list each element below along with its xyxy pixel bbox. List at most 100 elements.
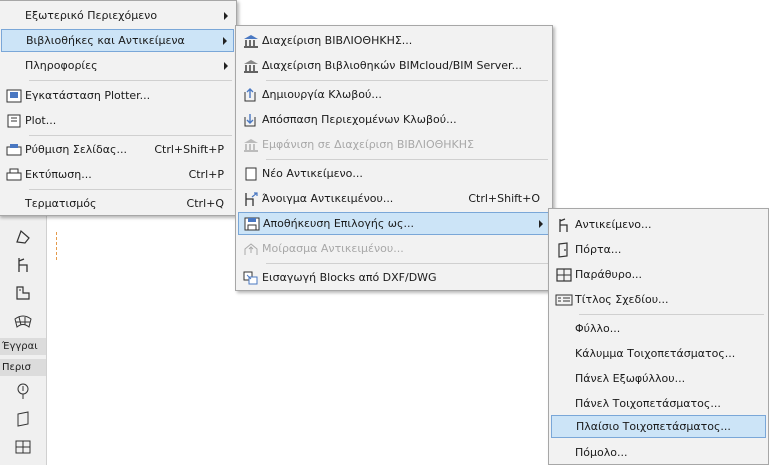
menu-item-label: Κάλυμμα Τοιχοπετάσματος... [575, 347, 736, 360]
menu-item-label: Εισαγωγή Blocks από DXF/DWG [262, 271, 437, 284]
menu-item-label: Εμφάνιση σε Διαχείριση ΒΙΒΛΙΟΘΗΚΗΣ [262, 138, 474, 151]
menu-item-save-selection-as[interactable]: Αποθήκευση Επιλογής ως... [238, 212, 550, 235]
menu-item-page-setup[interactable]: Ρύθμιση Σελίδας... Ctrl+Shift+P [1, 138, 234, 161]
menu-item-label: Δημιουργία Κλωβού... [262, 88, 382, 101]
menu-item-plot[interactable]: Plot... [1, 109, 234, 132]
drawing-title-icon [553, 290, 575, 310]
show-in-library-icon [240, 135, 262, 155]
menu-item-label: Πόρτα... [575, 243, 622, 256]
menu-item-save-as-object[interactable]: Αντικείμενο... [551, 213, 766, 236]
worksheet-tool-icon[interactable] [10, 436, 36, 458]
menu-item-bimcloud-library-manager[interactable]: Διαχείριση Βιβλιοθηκών BIMcloud/BIM Serv… [238, 54, 550, 77]
menu-separator [266, 80, 548, 81]
menu-item-plotter-setup[interactable]: Εγκατάσταση Plotter... [1, 84, 234, 107]
menu-item-label: Διαχείριση ΒΙΒΛΙΟΘΗΚΗΣ... [262, 34, 413, 47]
zone-tool-icon[interactable] [10, 282, 36, 304]
menu-item-label: Πάνελ Εξωφύλλου... [575, 372, 686, 385]
menu-item-save-as-window[interactable]: Παράθυρο... [551, 263, 766, 286]
open-object-icon [240, 189, 262, 209]
menu-item-label: Πλαίσιο Τοιχοπετάσματος... [576, 420, 731, 433]
main-menu: Εξωτερικό Περιεχόμενο Βιβλιοθήκες και Αν… [0, 0, 237, 216]
printer-icon [3, 165, 25, 185]
import-blocks-icon [240, 268, 262, 288]
menu-item-label: Πόμολο... [575, 446, 628, 459]
bimcloud-library-icon [240, 56, 262, 76]
menu-item-label: Πάνελ Τοιχοπετάσματος... [575, 397, 721, 410]
extract-container-icon [240, 110, 262, 130]
menu-item-create-container[interactable]: Δημιουργία Κλωβού... [238, 83, 550, 106]
new-object-icon [240, 164, 262, 184]
menu-item-label: Απόσπαση Περιεχομένων Κλωβού... [262, 113, 457, 126]
menu-item-show-in-library-manager[interactable]: Εμφάνιση σε Διαχείριση ΒΙΒΛΙΟΘΗΚΗΣ [238, 133, 550, 156]
menu-item-label: Άνοιγμα Αντικειμένου... [262, 192, 394, 205]
libraries-submenu: Διαχείριση ΒΙΒΛΙΟΘΗΚΗΣ... Διαχείριση Βιβ… [235, 25, 553, 291]
plot-icon [3, 111, 25, 131]
toolbox-group-label-document[interactable]: Έγγραι [0, 338, 46, 355]
menu-separator [266, 263, 548, 264]
menu-separator [266, 159, 548, 160]
submenu-arrow-icon [539, 219, 543, 228]
menu-item-save-as-curtain-wall-panel[interactable]: Πάνελ Τοιχοπετάσματος... [551, 392, 766, 415]
menu-item-label: Εξωτερικό Περιεχόμενο [25, 9, 158, 22]
menu-separator [29, 135, 232, 136]
section-marker-tool-icon[interactable] [10, 380, 36, 402]
submenu-arrow-icon [223, 36, 227, 45]
menu-item-shortcut: Ctrl+P [188, 168, 224, 181]
menu-item-exit[interactable]: Τερματισμός Ctrl+Q [1, 192, 234, 215]
elevation-tool-icon[interactable] [10, 408, 36, 430]
menu-item-label: Plot... [25, 114, 57, 127]
menu-item-libraries-and-objects[interactable]: Βιβλιοθήκες και Αντικείμενα [1, 29, 234, 52]
mesh-tool-icon[interactable] [10, 310, 36, 332]
toolbox-group-label-more[interactable]: Περισ [0, 359, 46, 376]
menu-item-shortcut: Ctrl+Q [186, 197, 224, 210]
submenu-arrow-icon [224, 11, 228, 20]
window-icon [553, 265, 575, 285]
menu-item-label: Αποθήκευση Επιλογής ως... [263, 217, 414, 230]
save-selection-as-submenu: Αντικείμενο... Πόρτα... Παράθυρο... Τίτλ… [548, 208, 769, 465]
share-object-icon [240, 239, 262, 259]
menu-item-save-as-door[interactable]: Πόρτα... [551, 238, 766, 261]
menu-item-label: Νέο Αντικείμενο... [262, 167, 363, 180]
shell-tool-icon[interactable] [10, 226, 36, 248]
menu-item-save-as-drawing-title[interactable]: Τίτλος Σχεδίου... [551, 288, 766, 311]
menu-item-save-as-cover-panel[interactable]: Πάνελ Εξωφύλλου... [551, 367, 766, 390]
menu-item-label: Μοίρασμα Αντικειμένου... [262, 242, 404, 255]
canvas-selection-marker [56, 232, 61, 260]
create-container-icon [240, 85, 262, 105]
menu-item-label: Παράθυρο... [575, 268, 643, 281]
menu-item-save-as-sheet[interactable]: Φύλλο... [551, 317, 766, 340]
menu-item-share-object[interactable]: Μοίρασμα Αντικειμένου... [238, 237, 550, 260]
menu-item-save-as-handle[interactable]: Πόμολο... [551, 441, 766, 464]
menu-separator [579, 314, 764, 315]
menu-item-save-as-curtain-wall-frame[interactable]: Πλαίσιο Τοιχοπετάσματος... [551, 415, 766, 438]
menu-item-label: Διαχείριση Βιβλιοθηκών BIMcloud/BIM Serv… [262, 59, 523, 72]
page-setup-icon [3, 140, 25, 160]
menu-separator [29, 80, 232, 81]
object-tool-icon[interactable] [10, 254, 36, 276]
menu-item-label: Βιβλιοθήκες και Αντικείμενα [26, 34, 185, 47]
toolbox-panel: Έγγραι Περισ [0, 216, 47, 465]
menu-item-library-manager[interactable]: Διαχείριση ΒΙΒΛΙΟΘΗΚΗΣ... [238, 29, 550, 52]
menu-item-save-as-curtain-wall-cover[interactable]: Κάλυμμα Τοιχοπετάσματος... [551, 342, 766, 365]
menu-item-import-blocks[interactable]: Εισαγωγή Blocks από DXF/DWG [238, 266, 550, 289]
menu-item-open-object[interactable]: Άνοιγμα Αντικειμένου... Ctrl+Shift+O [238, 187, 550, 210]
menu-item-new-object[interactable]: Νέο Αντικείμενο... [238, 162, 550, 185]
menu-item-print[interactable]: Εκτύπωση... Ctrl+P [1, 163, 234, 186]
menu-item-external-content[interactable]: Εξωτερικό Περιεχόμενο [1, 4, 234, 27]
menu-item-label: Φύλλο... [575, 322, 621, 335]
menu-item-shortcut: Ctrl+Shift+O [468, 192, 540, 205]
menu-item-shortcut: Ctrl+Shift+P [154, 143, 224, 156]
menu-item-info[interactable]: Πληροφορίες [1, 54, 234, 77]
menu-item-label: Τίτλος Σχεδίου... [575, 293, 669, 306]
menu-item-label: Αντικείμενο... [575, 218, 652, 231]
plotter-icon [3, 86, 25, 106]
menu-item-label: Ρύθμιση Σελίδας... [25, 143, 127, 156]
menu-item-label: Τερματισμός [25, 197, 97, 210]
menu-item-extract-container[interactable]: Απόσπαση Περιεχομένων Κλωβού... [238, 108, 550, 131]
menu-item-label: Εκτύπωση... [25, 168, 92, 181]
save-selection-icon [241, 214, 263, 234]
menu-separator [29, 189, 232, 190]
object-chair-icon [553, 215, 575, 235]
door-icon [553, 240, 575, 260]
submenu-arrow-icon [224, 61, 228, 70]
